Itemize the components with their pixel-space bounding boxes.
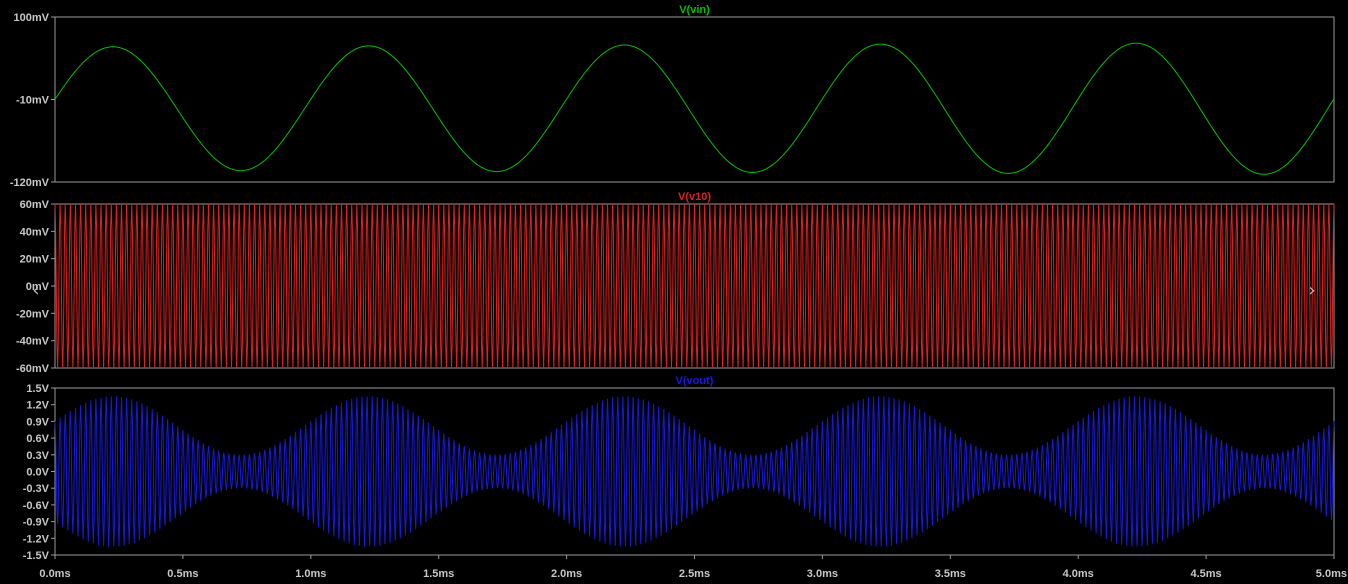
y-tick-label: -120mV <box>10 177 50 189</box>
x-tick-label: 0.5ms <box>167 568 198 580</box>
x-tick-label: 3.5ms <box>935 568 966 580</box>
series-line-2 <box>54 203 1335 369</box>
x-tick-label: 2.5ms <box>679 568 710 580</box>
y-tick-label: 20mV <box>20 254 50 266</box>
waveform-viewer: 100mV-10mV-120mVV(vin)60mV40mV20mV0mV-20… <box>10 4 1347 580</box>
y-tick-label: 1.5V <box>26 383 49 395</box>
x-tick-label: 4.5ms <box>1190 568 1221 580</box>
series-line-3 <box>54 396 1335 547</box>
y-tick-label: 0.3V <box>26 450 49 462</box>
y-tick-label: 60mV <box>20 199 50 211</box>
y-tick-label: -1.5V <box>23 550 50 562</box>
series-line-1 <box>54 42 1335 175</box>
y-tick-label: 1.2V <box>26 400 49 412</box>
x-tick-label: 2.0ms <box>551 568 582 580</box>
series-title: V(v10) <box>678 191 711 203</box>
y-tick-label: -0.3V <box>23 483 50 495</box>
x-tick-label: 1.0ms <box>295 568 326 580</box>
y-tick-label: 100mV <box>14 12 50 24</box>
y-tick-label: -60mV <box>16 363 50 375</box>
x-tick-label: 0.0ms <box>39 568 70 580</box>
y-tick-label: -0.9V <box>23 517 50 529</box>
plot-pane-2 <box>54 203 1335 369</box>
y-tick-label: -1.2V <box>23 533 50 545</box>
chevron-left-icon[interactable]: ‹ <box>18 271 54 311</box>
y-tick-label: 0.0V <box>26 467 49 479</box>
series-title: V(vin) <box>679 4 710 16</box>
y-tick-label: 40mV <box>20 226 50 238</box>
plot-pane-1 <box>54 16 1335 183</box>
x-tick-label: 4.0ms <box>1063 568 1094 580</box>
x-tick-label: 5.0ms <box>1316 568 1347 580</box>
y-tick-label: -0.6V <box>23 500 50 512</box>
chevron-right-icon[interactable]: › <box>1294 271 1330 311</box>
x-tick-label: 3.0ms <box>807 568 838 580</box>
y-tick-label: -40mV <box>16 336 50 348</box>
y-tick-label: -10mV <box>16 95 50 107</box>
x-tick-label: 1.5ms <box>423 568 454 580</box>
y-tick-label: 0.6V <box>26 433 49 445</box>
series-title: V(vout) <box>676 375 714 387</box>
y-tick-label: 0.9V <box>26 416 49 428</box>
